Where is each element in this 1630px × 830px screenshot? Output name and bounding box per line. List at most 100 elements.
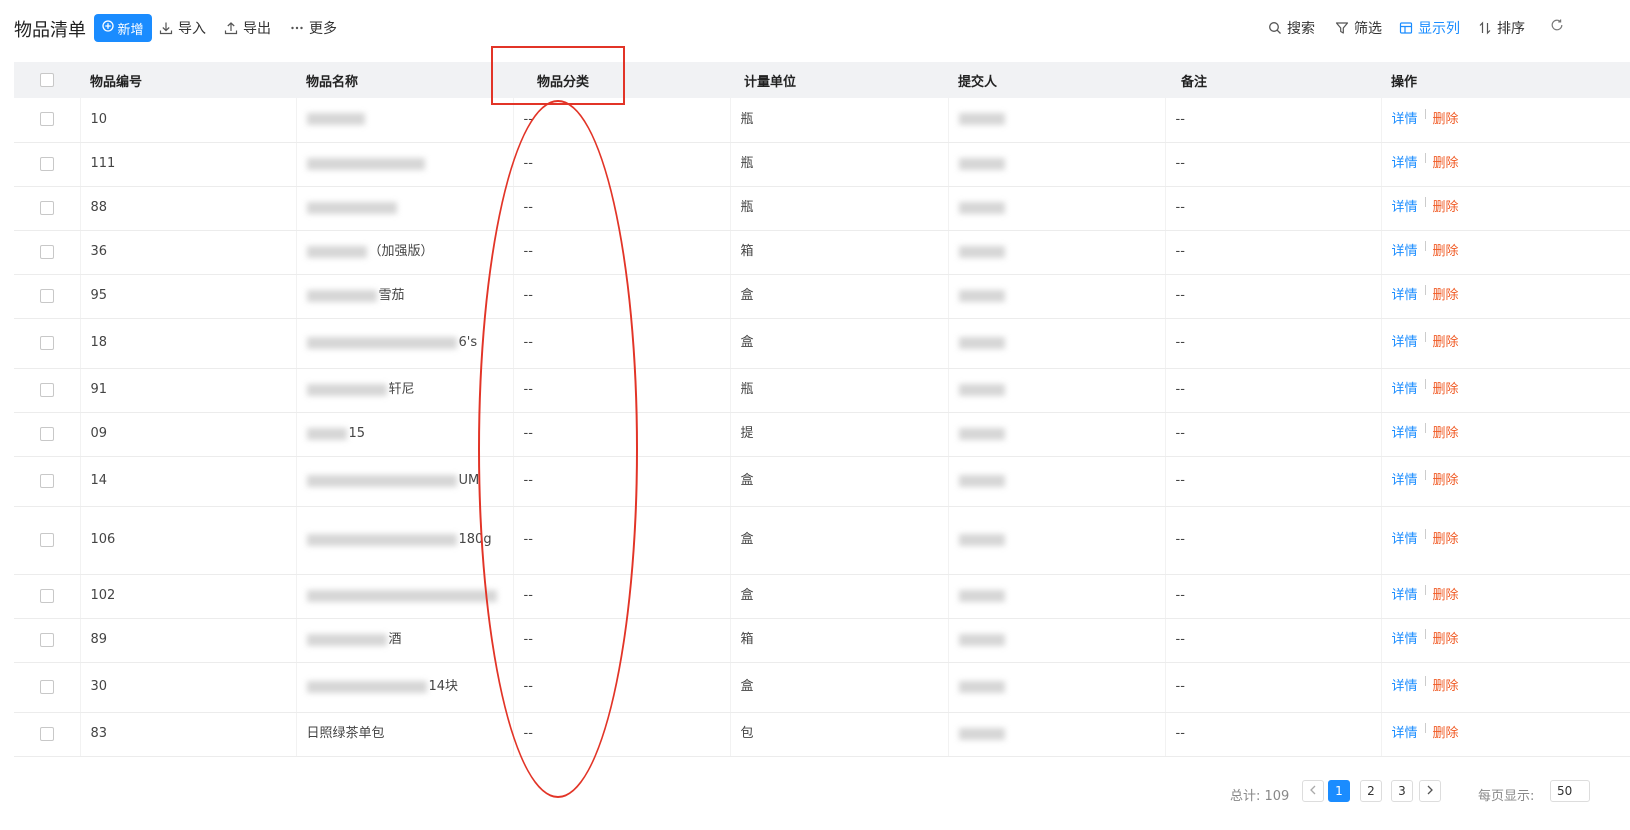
next-page-button[interactable] xyxy=(1419,780,1441,802)
header-note[interactable]: 备注 xyxy=(1165,62,1381,98)
header-unit[interactable]: 计量单位 xyxy=(730,62,948,98)
detail-link[interactable]: 详情 xyxy=(1392,588,1418,603)
row-select-cell[interactable] xyxy=(14,230,80,275)
table-row[interactable]: 10 -- 瓶 -- 详情 删除 xyxy=(14,98,1630,143)
delete-link[interactable]: 删除 xyxy=(1433,382,1459,397)
header-code[interactable]: 物品编号 xyxy=(80,62,296,98)
delete-link[interactable]: 删除 xyxy=(1433,588,1459,603)
delete-link[interactable]: 删除 xyxy=(1433,426,1459,441)
detail-link[interactable]: 详情 xyxy=(1392,200,1418,215)
table-row[interactable]: 36 （加强版） -- 箱 -- 详情 删除 xyxy=(14,230,1630,275)
table-row[interactable]: 30 14块 -- 盒 -- 详情 删除 xyxy=(14,662,1630,713)
row-checkbox[interactable] xyxy=(39,473,54,488)
table-row[interactable]: 102 -- 盒 -- 详情 删除 xyxy=(14,574,1630,619)
table-row[interactable]: 89 酒 -- 箱 -- 详情 删除 xyxy=(14,618,1630,663)
row-checkbox[interactable] xyxy=(39,288,54,303)
row-select-cell[interactable] xyxy=(14,98,80,143)
table-row[interactable]: 14 UM -- 盒 -- 详情 删除 xyxy=(14,456,1630,507)
delete-link[interactable]: 删除 xyxy=(1433,244,1459,259)
export-button[interactable]: 导出 xyxy=(224,18,271,38)
refresh-button[interactable] xyxy=(1550,18,1564,32)
row-checkbox[interactable] xyxy=(39,726,54,741)
cell-submitter xyxy=(947,98,1165,143)
detail-link[interactable]: 详情 xyxy=(1392,244,1418,259)
row-select-cell[interactable] xyxy=(14,412,80,457)
row-checkbox[interactable] xyxy=(39,426,54,441)
table-row[interactable]: 83 日照绿茶单包 -- 包 -- 详情 删除 xyxy=(14,712,1630,757)
detail-link[interactable]: 详情 xyxy=(1392,288,1418,303)
detail-link[interactable]: 详情 xyxy=(1392,382,1418,397)
table-row[interactable]: 18 6's -- 盒 -- 详情 删除 xyxy=(14,318,1630,369)
cell-unit: 盒 xyxy=(729,662,948,713)
row-select-cell[interactable] xyxy=(14,274,80,319)
prev-page-button[interactable] xyxy=(1302,780,1324,802)
more-button[interactable]: 更多 xyxy=(290,18,337,38)
delete-link[interactable]: 删除 xyxy=(1433,473,1459,488)
detail-link[interactable]: 详情 xyxy=(1392,426,1418,441)
row-checkbox[interactable] xyxy=(39,382,54,397)
header-name[interactable]: 物品名称 xyxy=(296,62,513,98)
detail-link[interactable]: 详情 xyxy=(1392,473,1418,488)
table-row[interactable]: 111 -- 瓶 -- 详情 删除 xyxy=(14,142,1630,187)
row-checkbox[interactable] xyxy=(39,156,54,171)
detail-link[interactable]: 详情 xyxy=(1392,679,1418,694)
delete-link[interactable]: 删除 xyxy=(1433,112,1459,127)
page-button-1[interactable]: 1 xyxy=(1328,780,1350,802)
row-select-cell[interactable] xyxy=(14,318,80,369)
detail-link[interactable]: 详情 xyxy=(1392,156,1418,171)
table-row[interactable]: 106 180g -- 盒 -- 详情 删除 xyxy=(14,506,1630,575)
sort-button[interactable]: 排序 xyxy=(1478,18,1525,38)
delete-link[interactable]: 删除 xyxy=(1433,632,1459,647)
row-select-cell[interactable] xyxy=(14,712,80,757)
row-select-cell[interactable] xyxy=(14,506,80,575)
new-button[interactable]: 新增 xyxy=(94,14,152,42)
row-checkbox[interactable] xyxy=(39,244,54,259)
detail-link[interactable]: 详情 xyxy=(1392,335,1418,350)
row-select-cell[interactable] xyxy=(14,618,80,663)
item-table: 物品编号 物品名称 物品分类 计量单位 提交人 备注 操作 10 -- 瓶 -- 详情删… xyxy=(14,62,1630,794)
delete-link[interactable]: 删除 xyxy=(1433,288,1459,303)
columns-button[interactable]: 显示列 xyxy=(1399,18,1460,38)
delete-link[interactable]: 删除 xyxy=(1433,726,1459,741)
row-checkbox[interactable] xyxy=(39,588,54,603)
filter-button[interactable]: 筛选 xyxy=(1335,18,1382,38)
row-checkbox[interactable] xyxy=(39,632,54,647)
table-row[interactable]: 88 -- 瓶 -- 详情 删除 xyxy=(14,186,1630,231)
row-select-cell[interactable] xyxy=(14,142,80,187)
row-checkbox[interactable] xyxy=(39,335,54,350)
row-checkbox[interactable] xyxy=(39,679,54,694)
per-page-select[interactable]: 50 xyxy=(1550,780,1590,802)
row-select-cell[interactable] xyxy=(14,662,80,713)
header-submitter[interactable]: 提交人 xyxy=(948,62,1165,98)
annotation-ellipse xyxy=(478,100,638,798)
row-checkbox[interactable] xyxy=(39,112,54,127)
cell-note: -- xyxy=(1164,412,1381,457)
delete-link[interactable]: 删除 xyxy=(1433,200,1459,215)
search-button[interactable]: 搜索 xyxy=(1268,18,1315,38)
row-select-cell[interactable] xyxy=(14,186,80,231)
row-select-cell[interactable] xyxy=(14,368,80,413)
row-select-cell[interactable] xyxy=(14,456,80,507)
row-checkbox[interactable] xyxy=(39,532,54,547)
delete-link[interactable]: 删除 xyxy=(1433,156,1459,171)
detail-link[interactable]: 详情 xyxy=(1392,726,1418,741)
detail-link[interactable]: 详情 xyxy=(1392,532,1418,547)
select-all-checkbox[interactable] xyxy=(40,73,54,87)
action-divider xyxy=(1424,723,1426,733)
detail-link[interactable]: 详情 xyxy=(1392,632,1418,647)
row-select-cell[interactable] xyxy=(14,574,80,619)
delete-link[interactable]: 删除 xyxy=(1433,679,1459,694)
delete-link[interactable]: 删除 xyxy=(1433,335,1459,350)
cell-code: 89 xyxy=(79,618,296,663)
table-row[interactable]: 95 雪茄 -- 盒 -- 详情 删除 xyxy=(14,274,1630,319)
table-row[interactable]: 09 15 -- 提 -- 详情 删除 xyxy=(14,412,1630,457)
page-button-2[interactable]: 2 xyxy=(1360,780,1382,802)
header-select-all[interactable] xyxy=(14,62,80,98)
import-button[interactable]: 导入 xyxy=(159,18,206,38)
table-row[interactable]: 91 轩尼 -- 瓶 -- 详情 删除 xyxy=(14,368,1630,413)
detail-link[interactable]: 详情 xyxy=(1392,112,1418,127)
delete-link[interactable]: 删除 xyxy=(1433,532,1459,547)
cell-actions: 详情 删除 xyxy=(1380,506,1630,575)
row-checkbox[interactable] xyxy=(39,200,54,215)
page-button-3[interactable]: 3 xyxy=(1391,780,1413,802)
